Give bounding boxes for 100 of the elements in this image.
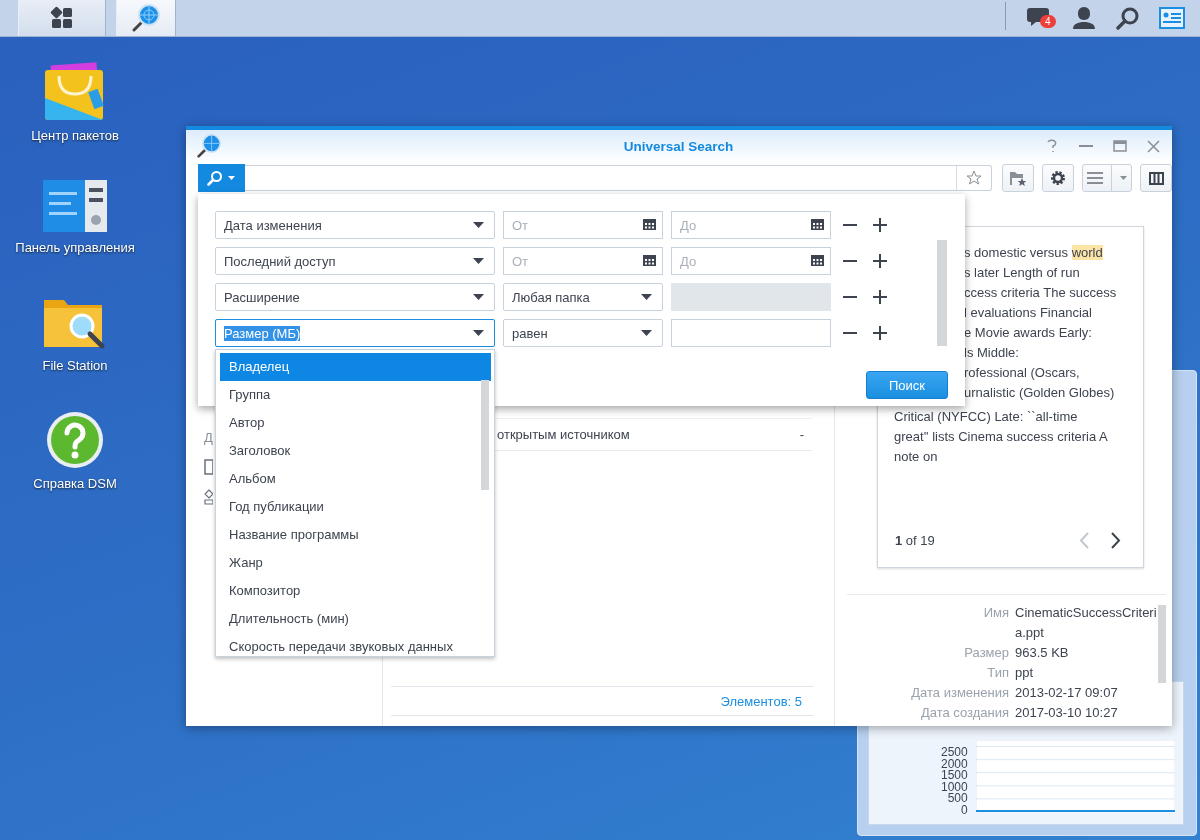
preview-text-line: e Movie awards Early: — [964, 324, 1092, 342]
date-field[interactable]: До — [671, 211, 831, 239]
search-field[interactable] — [244, 165, 993, 191]
preview-text-line: ls Middle: — [964, 344, 1019, 362]
axis-tick-label: 1500 — [941, 770, 968, 782]
favorites-folder-button[interactable] — [1002, 164, 1035, 192]
property-value: 2013-02-17 09:07 — [1015, 684, 1119, 702]
caret-icon — [641, 294, 652, 300]
table-cell: открытым источником — [497, 427, 630, 442]
menu-item[interactable]: Группа — [220, 381, 491, 409]
menu-item[interactable]: Композитор — [220, 577, 491, 605]
document-icon — [204, 459, 213, 475]
date-field[interactable]: От — [503, 247, 663, 275]
property-label: Тип — [986, 664, 1010, 682]
date-field[interactable]: От — [503, 211, 663, 239]
axis-tick-label: 0 — [961, 804, 968, 816]
axis-tick-label: 1000 — [941, 781, 968, 793]
shortcut-label: Справка DSM — [32, 476, 118, 492]
user-icon — [1072, 6, 1096, 30]
help-icon[interactable] — [1045, 139, 1059, 153]
shortcut-label: Панель управления — [14, 240, 136, 256]
menu-item[interactable]: Заголовок — [220, 437, 491, 465]
date-field[interactable]: До — [671, 247, 831, 275]
table-cell: - — [799, 427, 804, 442]
preview-text-line: note on — [894, 448, 938, 466]
menu-icon — [1086, 172, 1103, 184]
property-label: Дата создания — [919, 704, 1010, 722]
scrollbar-thumb[interactable] — [481, 380, 489, 490]
property-label: Размер — [963, 644, 1010, 662]
calendar-icon[interactable] — [643, 219, 656, 230]
axis-tick-label: 2000 — [941, 758, 968, 770]
plus-icon[interactable] — [873, 290, 887, 304]
value-field[interactable] — [671, 319, 831, 347]
menu-item[interactable]: Название программы — [220, 521, 491, 549]
gear-icon — [1049, 170, 1066, 186]
caret-icon — [473, 330, 484, 336]
grid-icon — [50, 6, 74, 30]
messages-button[interactable]: 4 — [1018, 0, 1062, 36]
view-menu-button[interactable] — [1081, 164, 1133, 192]
property-value: 963.5 KB — [1015, 644, 1070, 662]
preview-text-line: great'' lists Cinema success criteria A — [894, 428, 1108, 446]
preview-text-line: Critical (NYFCC) Late: ``all-time — [894, 408, 1078, 426]
calendar-icon[interactable] — [811, 219, 824, 230]
menu-item[interactable]: Длительность (мин) — [220, 605, 491, 633]
main-menu-button[interactable] — [18, 0, 106, 36]
shortcut-label: Центр пакетов — [30, 128, 120, 144]
menu-item[interactable]: Жанр — [220, 549, 491, 577]
caret-icon — [473, 222, 484, 228]
maximize-icon[interactable] — [1113, 140, 1127, 152]
preview-text-line: l evaluations Financial — [964, 304, 1092, 322]
search-icon — [1116, 6, 1140, 30]
desktop-shortcut[interactable]: Центр пакетов — [0, 62, 150, 178]
scrollbar-thumb[interactable] — [1158, 605, 1166, 683]
control-panel-icon — [43, 178, 107, 234]
radar-magnifier-icon — [196, 133, 222, 159]
help-icon — [45, 410, 105, 470]
property-value: 2017-03-10 10:27 — [1015, 704, 1119, 722]
radar-magnifier-icon — [131, 3, 161, 33]
scrollbar-thumb[interactable] — [937, 240, 947, 346]
axis-tick-label: 2500 — [941, 747, 968, 759]
calendar-icon[interactable] — [643, 255, 656, 266]
menu-item[interactable]: Владелец — [220, 353, 491, 381]
close-icon[interactable] — [1147, 139, 1160, 153]
settings-button[interactable] — [1042, 164, 1074, 192]
sidebar-label: Д — [204, 430, 214, 445]
preview-text-line: ccess criteria The success — [964, 284, 1117, 302]
condition-select[interactable]: Любая папка — [503, 283, 663, 311]
universal-search-taskbar-button[interactable] — [116, 0, 176, 36]
plus-icon[interactable] — [873, 254, 887, 268]
menu-item[interactable]: Автор — [220, 409, 491, 437]
criterion-select[interactable]: Последний доступ — [215, 247, 495, 275]
axis-tick-label: 500 — [947, 793, 968, 805]
notification-badge: 4 — [1040, 15, 1056, 28]
columns-button[interactable] — [1140, 164, 1172, 192]
desktop-shortcut[interactable]: Панель управления — [0, 178, 150, 294]
property-value: CinematicSuccessCriteria.ppt — [1015, 604, 1157, 642]
search-options-button[interactable] — [198, 164, 245, 192]
calendar-icon[interactable] — [811, 255, 824, 266]
desktop-shortcut[interactable]: Справка DSM — [0, 410, 150, 526]
preview-text-line: s later Length of run — [964, 264, 1080, 282]
caret-icon — [1120, 176, 1128, 180]
desktop-shortcut[interactable]: File Station — [0, 294, 150, 410]
window-title: Universal Search — [622, 138, 735, 154]
plus-icon[interactable] — [873, 218, 887, 232]
next-page-icon[interactable] — [1111, 532, 1121, 549]
columns-icon — [1148, 171, 1164, 185]
menu-item[interactable]: Альбом — [220, 465, 491, 493]
diamond-icon — [204, 489, 213, 505]
star-icon[interactable] — [966, 170, 983, 186]
previous-page-icon[interactable] — [1079, 532, 1089, 549]
condition-select[interactable]: равен — [503, 319, 663, 347]
criterion-select[interactable]: Расширение — [215, 283, 495, 311]
item-count: Элементов: 5 — [720, 694, 802, 709]
criterion-select[interactable]: Дата изменения — [215, 211, 495, 239]
folder-star-icon — [1009, 170, 1028, 186]
caret-icon — [473, 258, 484, 264]
menu-item[interactable]: Год публикации — [220, 493, 491, 521]
preview-text-line: rofessional (Oscars, — [964, 364, 1080, 382]
menu-item[interactable]: Скорость передачи звуковых данных — [220, 633, 491, 656]
plus-icon[interactable] — [873, 326, 887, 340]
